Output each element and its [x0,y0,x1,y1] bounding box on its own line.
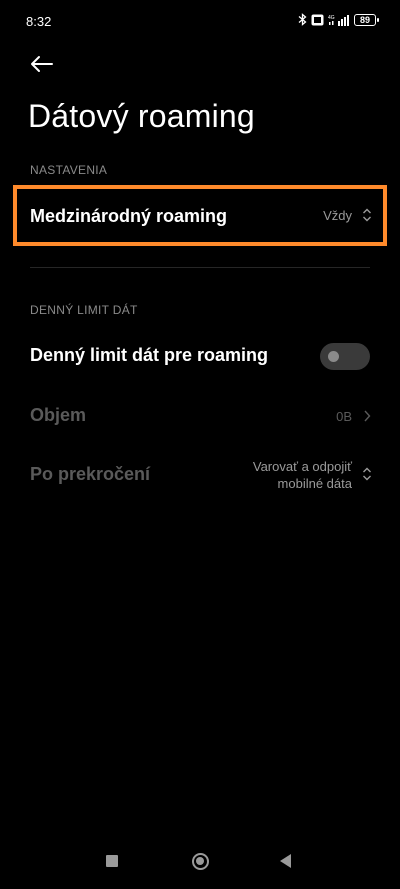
volume-row[interactable]: Objem 0B [0,395,400,439]
status-bar: 8:32 4G 89 [0,0,400,40]
after-exceeding-value-line2: mobilné dáta [277,476,352,491]
home-button[interactable] [192,853,209,870]
section-header-daily-limit: DENNÝ LIMIT DÁT [30,303,138,317]
battery-indicator: 89 [354,13,379,26]
status-icons: 4G 89 [298,13,379,26]
page-title: Dátový roaming [28,98,255,134]
volume-value: 0B [336,409,352,424]
volume-label: Objem [30,405,87,425]
back-button[interactable] [26,50,60,78]
after-exceeding-label: Po prekročení [30,464,151,484]
after-exceeding-value-line1: Varovať a odpojiť [252,459,352,474]
chevron-up-down-icon [363,467,371,481]
after-exceeding-row[interactable]: Po prekročení Varovať a odpojiť mobilné … [0,452,400,498]
nav-back-button[interactable] [280,854,291,868]
toggle-knob [328,351,339,362]
navigation-bar [0,837,400,889]
bluetooth-icon [298,13,307,26]
daily-limit-roaming-label: Denný limit dát pre roaming [30,345,269,365]
nfc-icon [311,14,324,25]
arrow-left-icon [31,56,53,72]
section-header-settings: NASTAVENIA [30,163,108,177]
divider [30,267,370,268]
daily-limit-toggle[interactable] [320,343,370,370]
signal-icon: 4G [328,14,349,26]
highlight-box [13,185,387,246]
svg-text:4G: 4G [328,15,335,21]
status-time: 8:32 [26,14,52,29]
recents-button[interactable] [106,855,118,867]
chevron-right-icon [364,410,371,422]
after-exceeding-value: Varovať a odpojiť mobilné dáta [253,458,352,492]
